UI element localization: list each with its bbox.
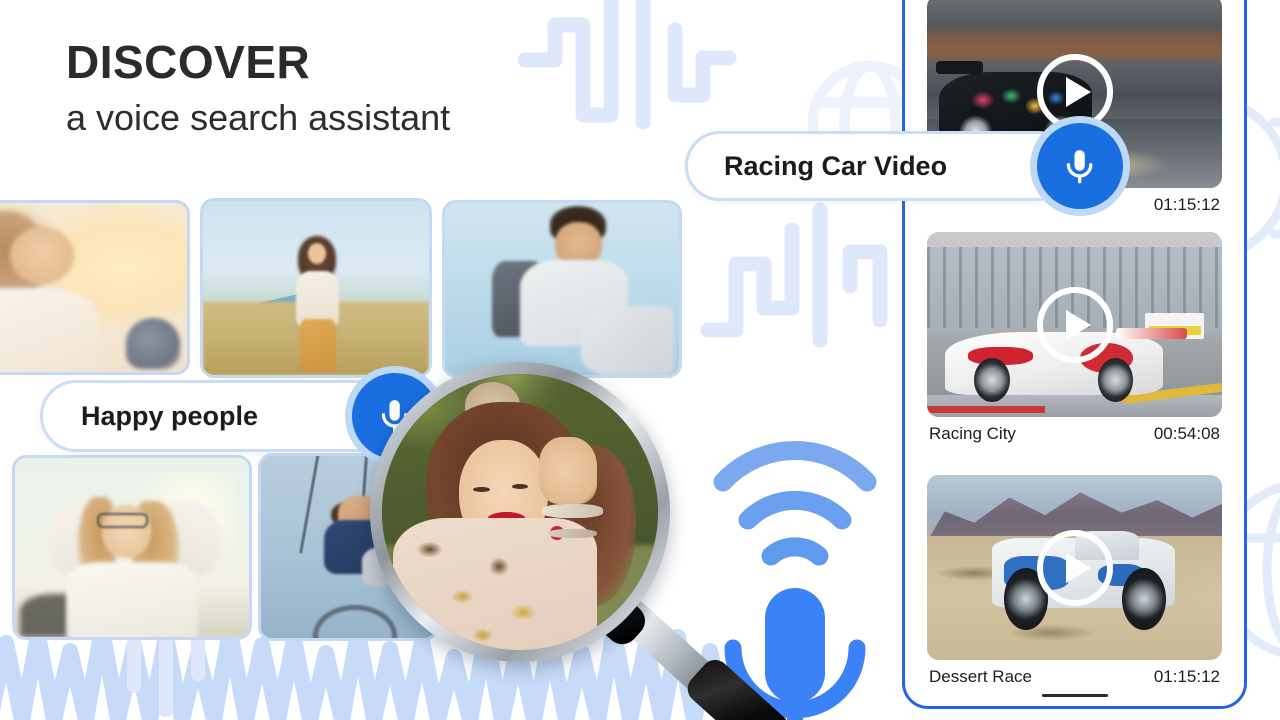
video-duration: 01:15:12: [1153, 667, 1220, 686]
video-title: Racing City: [929, 424, 1016, 443]
photo-card-1[interactable]: [0, 200, 190, 375]
video-list-item[interactable]: Racing City 00:54:08: [927, 232, 1222, 444]
magnifier-lens-photo: [382, 374, 658, 650]
video-list: 01:15:12 Racing City 00:54:08 Dessert Ra…: [905, 0, 1244, 706]
photo-card-3[interactable]: [442, 200, 682, 378]
home-indicator[interactable]: [1041, 694, 1108, 697]
play-icon[interactable]: [1036, 286, 1113, 363]
photo-1-image: [0, 203, 187, 372]
photo-card-2[interactable]: [200, 198, 432, 378]
photo-2-image: [203, 201, 429, 375]
video-thumbnail[interactable]: [927, 232, 1222, 417]
page-subtitle: a voice search assistant: [66, 97, 451, 139]
play-icon[interactable]: [1036, 529, 1113, 606]
video-list-item[interactable]: Dessert Race 01:15:12: [927, 475, 1222, 687]
video-meta: Racing City 00:54:08: [927, 417, 1222, 444]
video-duration: 00:54:08: [1153, 424, 1220, 443]
search-right-query: Racing Car Video: [724, 150, 948, 181]
video-thumbnail[interactable]: [927, 475, 1222, 660]
photo-4-image: [15, 458, 249, 637]
page-title: DISCOVER: [66, 36, 311, 88]
headline-block: DISCOVER a voice search assistant: [66, 38, 450, 138]
phone-panel: 01:15:12 Racing City 00:54:08 Dessert Ra…: [902, 0, 1247, 709]
magnifying-glass-icon: [368, 360, 795, 720]
search-pill-right[interactable]: Racing Car Video: [685, 131, 1073, 201]
video-duration: 01:15:12: [1153, 195, 1220, 214]
photo-3-image: [445, 203, 679, 375]
microphone-icon: [1067, 150, 1093, 184]
photo-card-4[interactable]: [12, 455, 252, 640]
mic-button-right[interactable]: [1030, 116, 1130, 216]
video-title: Dessert Race: [929, 667, 1032, 686]
video-meta: Dessert Race 01:15:12: [927, 660, 1222, 687]
app-stage: DISCOVER a voice search assistant Happy …: [0, 0, 1280, 720]
search-left-query: Happy people: [81, 400, 259, 431]
